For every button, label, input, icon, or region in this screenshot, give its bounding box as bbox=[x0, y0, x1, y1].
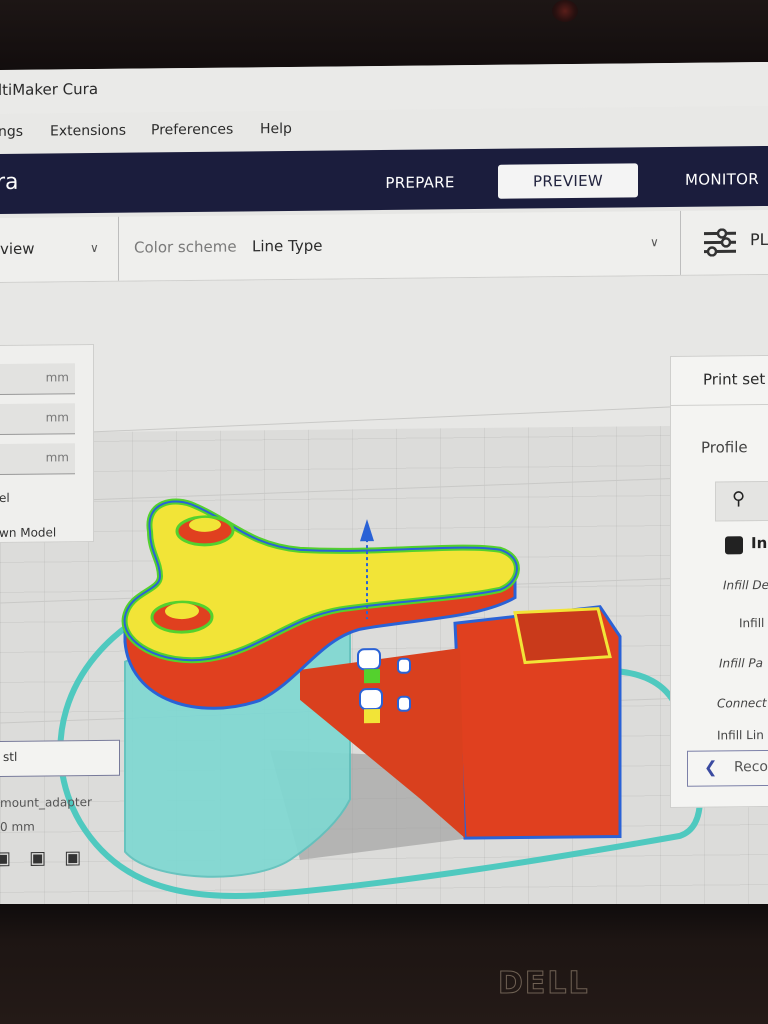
color-scheme-value: Line Type bbox=[252, 236, 323, 256]
dell-logo: DELL bbox=[498, 966, 590, 1002]
chevron-down-icon: ∨ bbox=[90, 240, 99, 256]
setting-infill-line-directions[interactable]: Infill Lin bbox=[717, 728, 764, 742]
print-settings-header: Print set bbox=[671, 355, 768, 406]
view-top-icon[interactable]: ▣ bbox=[64, 847, 84, 868]
tab-monitor[interactable]: MONITOR bbox=[672, 162, 768, 197]
recommended-button[interactable]: ❮ Reco bbox=[687, 749, 768, 787]
menu-preferences[interactable]: Preferences bbox=[151, 122, 233, 139]
option-select-model[interactable]: el bbox=[0, 491, 10, 505]
object-name: mount_adapter bbox=[0, 795, 92, 810]
cura-window: ltiMaker Cura ngs Extensions Preferences… bbox=[0, 61, 768, 921]
view-type-dropdown[interactable]: view ∨ bbox=[0, 216, 119, 282]
settings-search[interactable]: ⚲ bbox=[715, 480, 768, 522]
view-toolbar: view ∨ Color scheme Line Type ∨ PL bbox=[0, 209, 768, 283]
print-settings-label: PL bbox=[750, 229, 768, 250]
app-logo-text: ra bbox=[0, 169, 19, 196]
option-drop-down-model[interactable]: wn Model bbox=[0, 525, 56, 540]
x-position-field[interactable]: mm bbox=[0, 363, 75, 396]
category-infill[interactable]: In bbox=[751, 534, 767, 552]
setting-infill[interactable]: Infill bbox=[739, 616, 764, 630]
z-position-field[interactable]: mm bbox=[0, 443, 75, 476]
camera-view-buttons: ▣ ▣ ▣ bbox=[0, 847, 94, 869]
view-type-value: view bbox=[0, 239, 35, 258]
monitor-bezel-bottom bbox=[0, 904, 768, 1024]
setting-connect-infill-lines[interactable]: Connect bbox=[717, 696, 767, 711]
object-dimensions: 0 mm bbox=[0, 819, 35, 834]
print-settings-button[interactable]: PL bbox=[682, 210, 768, 275]
chevron-left-icon: ❮ bbox=[704, 757, 718, 777]
profile-label: Profile bbox=[701, 438, 748, 457]
3d-viewport[interactable]: mm mm mm el wn Model stl mount_adapter 0… bbox=[0, 274, 768, 921]
infill-icon bbox=[725, 536, 743, 555]
y-position-field[interactable]: mm bbox=[0, 403, 75, 436]
menu-extensions[interactable]: Extensions bbox=[50, 123, 126, 140]
color-scheme-label: Color scheme bbox=[134, 237, 237, 257]
model-block-pocket bbox=[513, 607, 612, 665]
webcam bbox=[552, 0, 578, 22]
monitor-bezel-top bbox=[0, 0, 768, 72]
tab-preview[interactable]: PREVIEW bbox=[498, 163, 638, 199]
chevron-down-icon: ∨ bbox=[650, 235, 659, 250]
search-icon: ⚲ bbox=[732, 488, 746, 510]
object-list-file[interactable]: stl bbox=[0, 739, 120, 778]
print-settings-panel: Print set Profile ⚲ In Infill De Infill … bbox=[670, 354, 768, 808]
model-boss-left bbox=[150, 600, 214, 634]
color-scheme-dropdown[interactable]: Color scheme Line Type ∨ bbox=[120, 210, 681, 281]
sliced-model-preview[interactable] bbox=[0, 275, 768, 920]
file-name: stl bbox=[3, 749, 18, 764]
tab-prepare[interactable]: PREPARE bbox=[372, 165, 468, 200]
setting-infill-pattern[interactable]: Infill Pa bbox=[719, 656, 763, 670]
stage-bar: ra PREPARE PREVIEW MONITOR bbox=[0, 145, 768, 214]
menu-help[interactable]: Help bbox=[260, 121, 292, 137]
sliders-icon bbox=[704, 228, 736, 257]
window-title: ltiMaker Cura bbox=[0, 79, 99, 100]
setting-infill-density[interactable]: Infill De bbox=[723, 578, 768, 592]
model-boss-top bbox=[175, 515, 235, 547]
menu-settings[interactable]: ngs bbox=[0, 124, 23, 140]
view-3d-icon[interactable]: ▣ bbox=[0, 848, 14, 869]
view-front-icon[interactable]: ▣ bbox=[29, 847, 49, 869]
object-transform-panel: mm mm mm el wn Model bbox=[0, 344, 94, 544]
